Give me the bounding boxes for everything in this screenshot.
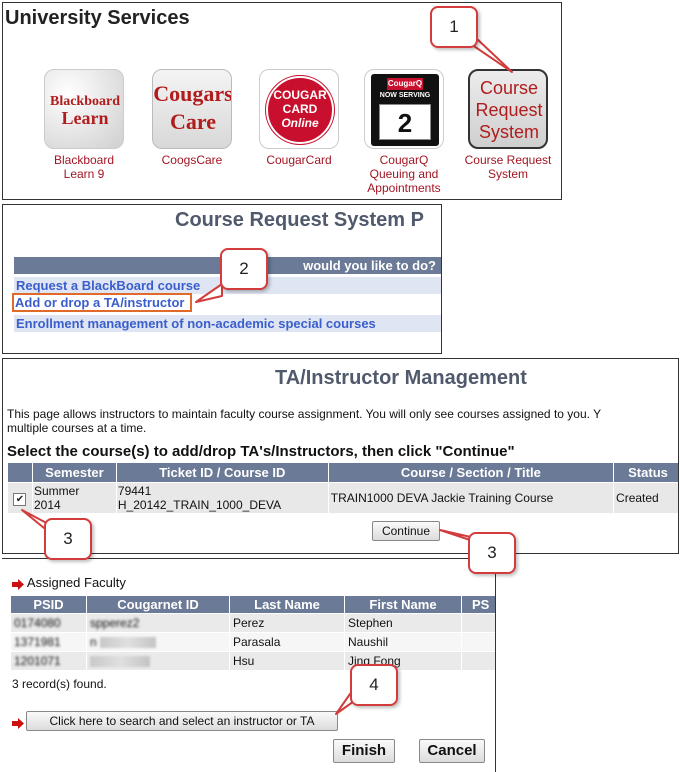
callout-3-right: 3 bbox=[468, 532, 516, 574]
callout-1: 1 bbox=[430, 6, 478, 48]
callout-3-left: 3 bbox=[44, 518, 92, 560]
callout-leaders bbox=[21, 37, 513, 715]
callout-4: 4 bbox=[350, 664, 398, 706]
callout-2-pointer bbox=[195, 283, 223, 303]
callout-2: 2 bbox=[220, 248, 268, 290]
